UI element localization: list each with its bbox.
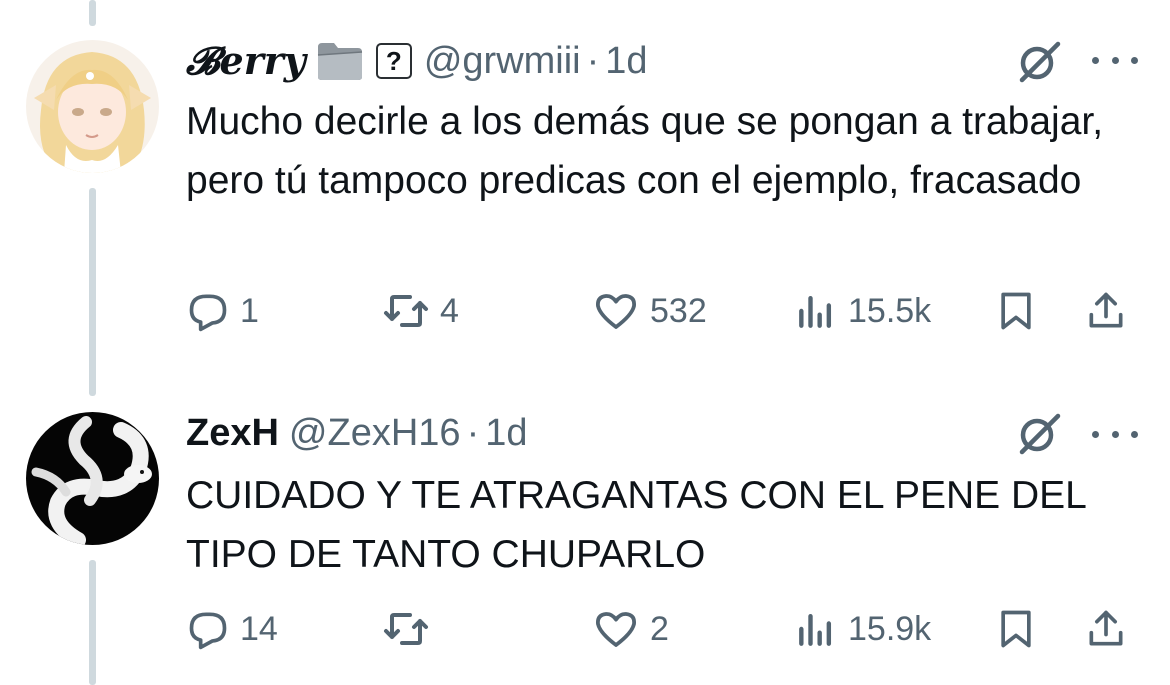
like-button[interactable]: 532 bbox=[592, 284, 707, 338]
tweet-text: Mucho decirle a los demás que se pongan … bbox=[186, 100, 1104, 202]
grok-icon[interactable] bbox=[1016, 38, 1062, 84]
user-handle[interactable]: @ZexH16 bbox=[289, 412, 461, 455]
bookmark-icon bbox=[1001, 610, 1031, 648]
views-button[interactable]: 15.5k bbox=[794, 284, 931, 338]
analytics-icon bbox=[799, 295, 832, 328]
thread-line-bottom bbox=[89, 560, 96, 685]
grok-icon[interactable] bbox=[1016, 410, 1062, 456]
bookmark-button[interactable] bbox=[994, 602, 1038, 656]
more-options-icon[interactable] bbox=[1092, 424, 1138, 444]
tweet-actions: 14 2 15.9k bbox=[186, 602, 1146, 656]
folder-icon bbox=[316, 41, 364, 81]
heart-icon bbox=[596, 612, 636, 647]
separator-dot: · bbox=[586, 39, 600, 82]
retweet-icon bbox=[384, 295, 428, 327]
retweet-button[interactable]: 4 bbox=[382, 284, 459, 338]
reply-icon bbox=[189, 294, 227, 332]
reply-button[interactable]: 1 bbox=[186, 284, 259, 338]
display-name[interactable]: ZexH bbox=[186, 412, 279, 455]
share-icon bbox=[1089, 292, 1123, 328]
thread-line-mid bbox=[89, 188, 96, 396]
reply-count: 14 bbox=[240, 609, 278, 648]
avatar-white-snake-image bbox=[26, 412, 159, 545]
tweet-actions: 1 4 532 15.5k bbox=[186, 284, 1146, 338]
analytics-icon bbox=[799, 613, 832, 646]
share-button[interactable] bbox=[1084, 602, 1128, 656]
retweet-icon bbox=[384, 613, 428, 645]
separator-dot: · bbox=[466, 411, 480, 454]
timestamp[interactable]: 1d bbox=[605, 40, 647, 83]
view-count: 15.5k bbox=[848, 291, 932, 330]
reply-icon bbox=[189, 612, 227, 650]
tweet-text: CUIDADO Y TE ATRAGANTAS CON EL PENE DEL … bbox=[186, 474, 1086, 576]
thread-line-top bbox=[89, 0, 96, 26]
more-options-icon[interactable] bbox=[1092, 50, 1138, 70]
bookmark-icon bbox=[1001, 292, 1031, 330]
view-count: 15.9k bbox=[848, 609, 932, 648]
retweet-button[interactable] bbox=[382, 602, 440, 656]
like-count: 532 bbox=[650, 291, 707, 330]
timestamp[interactable]: 1d bbox=[485, 412, 527, 455]
avatar[interactable] bbox=[26, 40, 159, 173]
like-count: 2 bbox=[650, 609, 669, 648]
reply-count: 1 bbox=[240, 291, 259, 330]
display-name[interactable]: 𝓑erry bbox=[186, 38, 306, 84]
avatar[interactable] bbox=[26, 412, 159, 545]
question-box-icon: ? bbox=[375, 43, 412, 79]
share-button[interactable] bbox=[1084, 284, 1128, 338]
heart-icon bbox=[596, 294, 636, 329]
share-icon bbox=[1089, 610, 1123, 646]
tweet-header: 𝓑erry ? @grwmiii · 1d bbox=[186, 36, 1010, 86]
tweet-header: ZexH @ZexH16 · 1d bbox=[186, 408, 1010, 458]
user-handle[interactable]: @grwmiii bbox=[424, 40, 581, 83]
reply-button[interactable]: 14 bbox=[186, 602, 278, 656]
like-button[interactable]: 2 bbox=[592, 602, 669, 656]
retweet-count: 4 bbox=[440, 291, 459, 330]
views-button[interactable]: 15.9k bbox=[794, 602, 931, 656]
question-mark: ? bbox=[385, 45, 402, 76]
bookmark-button[interactable] bbox=[994, 284, 1038, 338]
avatar-anime-girl-image bbox=[26, 40, 159, 173]
